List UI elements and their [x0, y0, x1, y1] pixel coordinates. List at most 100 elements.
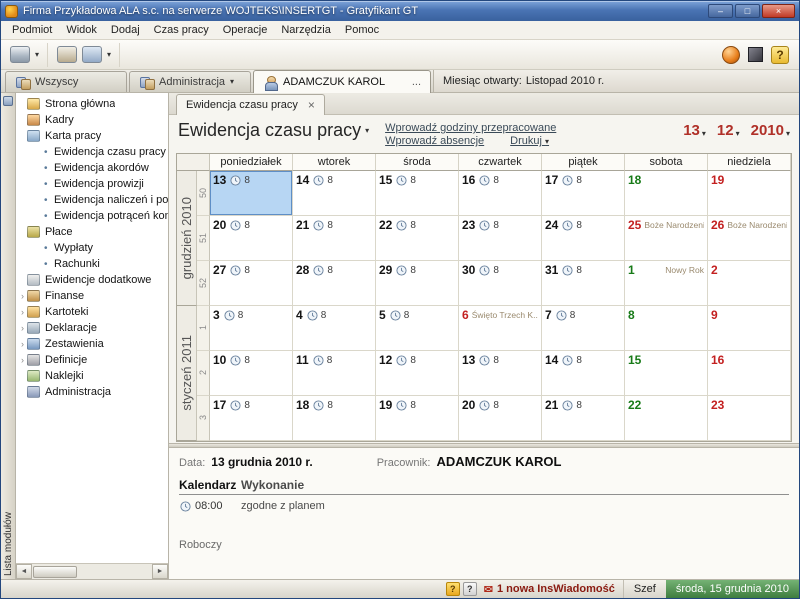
calendar-day-cell[interactable]: 23 [708, 396, 791, 441]
send-button[interactable] [81, 45, 103, 64]
tab-wszyscy[interactable]: Wszyscy [5, 71, 127, 92]
day-select[interactable]: 13▾ [683, 123, 706, 138]
calendar-day-cell[interactable]: 1Nowy Rok [625, 261, 708, 306]
maximize-button[interactable]: □ [735, 4, 760, 18]
minimize-button[interactable]: – [708, 4, 733, 18]
calendar-day-cell[interactable]: 15 [625, 351, 708, 396]
menu-czas-pracy[interactable]: Czas pracy [147, 22, 216, 38]
calendar-day-cell[interactable]: 8 [625, 306, 708, 351]
menu-pomoc[interactable]: Pomoc [338, 22, 386, 38]
cube-icon[interactable] [748, 47, 763, 62]
calendar-day-cell[interactable]: 238 [459, 216, 542, 261]
tab-close-icon[interactable]: × [308, 98, 315, 112]
enter-hours-link[interactable]: Wprowadź godziny przepracowane [385, 122, 556, 134]
calendar-day-cell[interactable]: 25Boże Narodzeni... [625, 216, 708, 261]
question-icon[interactable]: ? [463, 582, 477, 596]
year-select[interactable]: 2010▾ [751, 123, 790, 138]
calendar-day-cell[interactable]: 318 [542, 261, 625, 306]
calendar-day-cell[interactable]: 218 [293, 216, 376, 261]
module-list-strip[interactable]: Lista modułów [1, 93, 16, 579]
calendar-day-cell[interactable]: 168 [459, 171, 542, 216]
printer-dropdown[interactable]: ▾ [34, 50, 40, 60]
insert-logo-icon[interactable] [722, 46, 740, 64]
close-button[interactable]: × [762, 4, 795, 18]
calendar-day-cell[interactable]: 19 [708, 171, 791, 216]
detail-table-row[interactable]: 08:00 zgodne z planem [179, 495, 789, 512]
sidebar-item-kartoteki[interactable]: ›Kartoteki [16, 304, 168, 320]
calendar-day-cell[interactable]: 18 [625, 171, 708, 216]
tab-adamczuk-karol[interactable]: ADAMCZUK KAROL... [253, 70, 431, 93]
sidebar-item-rachunki[interactable]: •Rachunki [16, 256, 168, 272]
sidebar-item-strona-główna[interactable]: Strona główna [16, 96, 168, 112]
sidebar-item-naklejki[interactable]: Naklejki [16, 368, 168, 384]
calendar-day-cell[interactable]: 298 [376, 261, 459, 306]
sidebar-item-definicje[interactable]: ›Definicje [16, 352, 168, 368]
calendar-day-cell[interactable]: 148 [293, 171, 376, 216]
menu-widok[interactable]: Widok [59, 22, 104, 38]
calendar-day-cell[interactable]: 58 [376, 306, 459, 351]
send-dropdown[interactable]: ▾ [106, 50, 112, 60]
calendar-day-cell[interactable]: 108 [210, 351, 293, 396]
calendar-day-cell[interactable]: 138 [210, 171, 293, 216]
printer-button[interactable] [9, 45, 31, 64]
sidebar-item-administracja[interactable]: Administracja [16, 384, 168, 400]
calendar-day-cell[interactable]: 128 [376, 351, 459, 396]
calendar-day-cell[interactable]: 26Boże Narodzeni... [708, 216, 791, 261]
insmail-message[interactable]: ✉ 1 nowa InsWiadomość [484, 583, 615, 596]
calendar-day-cell[interactable]: 138 [459, 351, 542, 396]
calendar-day-cell[interactable]: 78 [542, 306, 625, 351]
calendar-day-cell[interactable]: 178 [542, 171, 625, 216]
calendar-day-cell[interactable]: 6Święto Trzech K... [459, 306, 542, 351]
sidebar-item-ewidencja-prowizji[interactable]: •Ewidencja prowizji [16, 176, 168, 192]
sidebar-item-kadry[interactable]: Kadry [16, 112, 168, 128]
calendar-day-cell[interactable]: 48 [293, 306, 376, 351]
menu-podmiot[interactable]: Podmiot [5, 22, 59, 38]
calendar-day-cell[interactable]: 288 [293, 261, 376, 306]
sidebar-item-ewidencje-dodatkowe[interactable]: Ewidencje dodatkowe [16, 272, 168, 288]
sidebar-item-deklaracje[interactable]: ›Deklaracje [16, 320, 168, 336]
sidebar-item-płace[interactable]: Płace [16, 224, 168, 240]
help-button[interactable]: ? [771, 46, 789, 64]
calendar-day-cell[interactable]: 118 [293, 351, 376, 396]
calendar-day-cell[interactable]: 208 [210, 216, 293, 261]
calendar-day-cell[interactable]: 148 [542, 351, 625, 396]
calendar-day-cell[interactable]: 248 [542, 216, 625, 261]
scroll-thumb[interactable] [33, 566, 77, 578]
menu-narzędzia[interactable]: Narzędzia [274, 22, 338, 38]
scroll-left-arrow[interactable]: ◄ [16, 564, 32, 579]
sidebar-item-ewidencja-naliczeń-i-potrąceń[interactable]: •Ewidencja naliczeń i potrąceń [16, 192, 168, 208]
calendar-day-cell[interactable]: 308 [459, 261, 542, 306]
scroll-right-arrow[interactable]: ► [152, 564, 168, 579]
calendar-day-cell[interactable]: 188 [293, 396, 376, 441]
calendar-day-cell[interactable]: 9 [708, 306, 791, 351]
sidebar-item-finanse[interactable]: ›Finanse [16, 288, 168, 304]
enter-absence-link[interactable]: Wprowadź absencje [385, 135, 484, 147]
calendar-day-cell[interactable]: 22 [625, 396, 708, 441]
sidebar-item-ewidencja-potrąceń-komorni[interactable]: •Ewidencja potrąceń komorni [16, 208, 168, 224]
sidebar-item-wypłaty[interactable]: •Wypłaty [16, 240, 168, 256]
calendar-day-cell[interactable]: 158 [376, 171, 459, 216]
calendar-day-cell[interactable]: 38 [210, 306, 293, 351]
calendar-day-cell[interactable]: 198 [376, 396, 459, 441]
calendar-day-cell[interactable]: 178 [210, 396, 293, 441]
sidebar-item-ewidencja-akordów[interactable]: •Ewidencja akordów [16, 160, 168, 176]
title-dropdown-icon[interactable]: ▾ [365, 127, 369, 135]
documents-button[interactable] [56, 45, 78, 64]
tab-administracja[interactable]: Administracja▾ [129, 71, 251, 92]
calendar-day-cell[interactable]: 228 [376, 216, 459, 261]
tab-ewidencja-czasu-pracy[interactable]: Ewidencja czasu pracy × [176, 94, 325, 115]
print-link[interactable]: Drukuj ▾ [510, 135, 549, 147]
menu-dodaj[interactable]: Dodaj [104, 22, 147, 38]
sidebar-item-zestawienia[interactable]: ›Zestawienia [16, 336, 168, 352]
calendar-day-cell[interactable]: 278 [210, 261, 293, 306]
sidebar-item-ewidencja-czasu-pracy[interactable]: •Ewidencja czasu pracy [16, 144, 168, 160]
calendar-day-cell[interactable]: 218 [542, 396, 625, 441]
sidebar-item-karta-pracy[interactable]: Karta pracy [16, 128, 168, 144]
calendar-day-cell[interactable]: 208 [459, 396, 542, 441]
calendar-day-cell[interactable]: 16 [708, 351, 791, 396]
sidebar-scrollbar[interactable]: ◄ ► [16, 563, 168, 579]
menu-operacje[interactable]: Operacje [216, 22, 275, 38]
month-select[interactable]: 12▾ [717, 123, 740, 138]
tip-icon[interactable]: ? [446, 582, 460, 596]
calendar-day-cell[interactable]: 2 [708, 261, 791, 306]
